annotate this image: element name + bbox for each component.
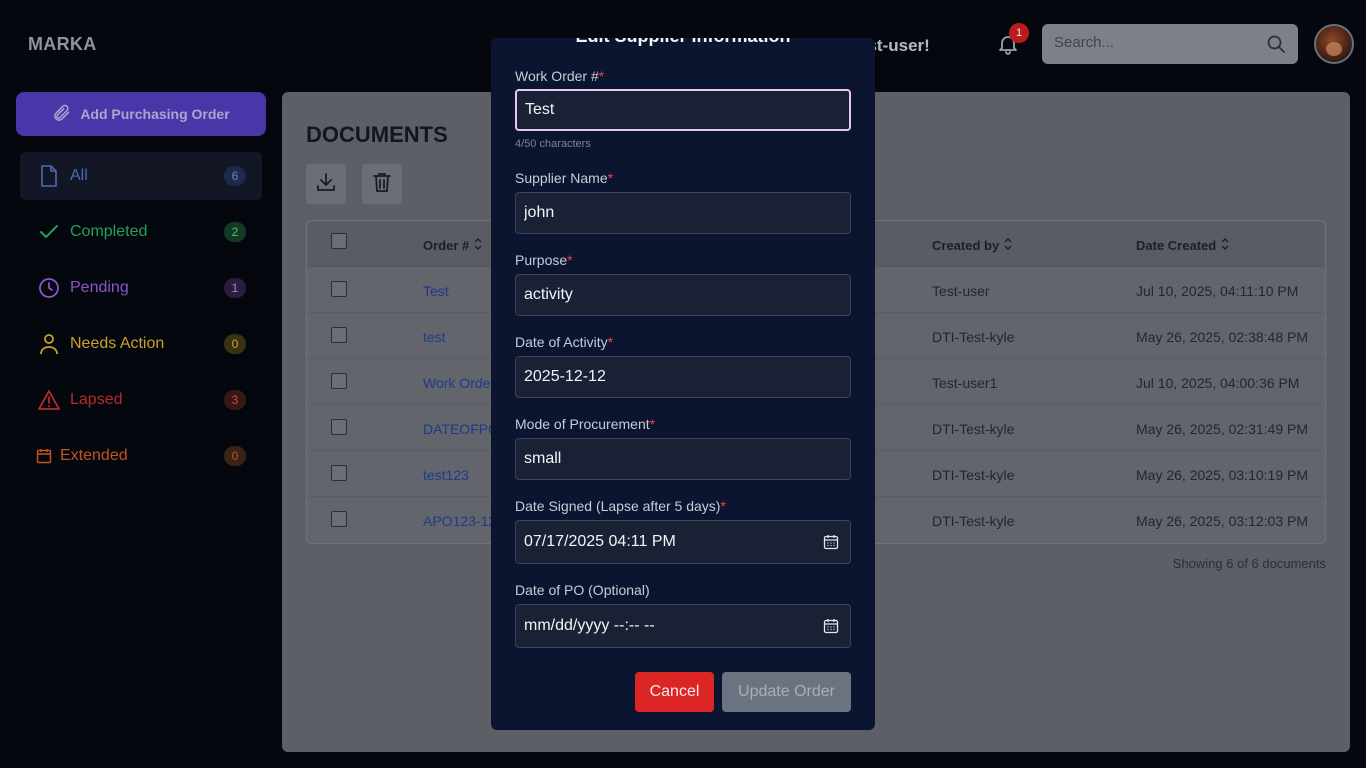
row-checkbox[interactable] [331,373,347,389]
column-created-by[interactable]: Created by [932,237,1013,254]
row-checkbox[interactable] [331,327,347,343]
required-mark: * [598,68,605,84]
date-of-activity-label: Date of Activity* [515,334,614,350]
sidebar-item-label: All [70,167,88,184]
sidebar-item-lapsed[interactable]: Lapsed 3 [20,376,262,424]
column-order[interactable]: Order # [423,237,483,254]
date-created-cell: Jul 10, 2025, 04:11:10 PM [1136,283,1299,299]
sidebar-item-label: Lapsed [70,391,123,408]
date-signed-label: Date Signed (Lapse after 5 days)* [515,498,726,514]
sidebar-nav: All 6 Completed 2 Pending 1 Needs Action… [20,152,262,488]
required-mark: * [720,498,726,514]
count-badge: 2 [224,222,246,242]
created-by-cell: DTI-Test-kyle [932,513,1015,529]
date-created-cell: May 26, 2025, 02:38:48 PM [1136,329,1308,345]
required-mark: * [607,334,614,350]
calendar-icon [36,445,52,467]
document-icon [38,165,60,187]
sidebar-item-label: Completed [70,223,148,240]
update-order-button[interactable]: Update Order [722,672,851,712]
calendar-icon[interactable] [823,534,839,550]
supplier-name-input[interactable] [515,192,851,234]
order-link[interactable]: DATEOFPO [423,421,499,437]
created-by-cell: DTI-Test-kyle [932,421,1015,437]
check-icon [38,221,60,243]
calendar-icon[interactable] [823,618,839,634]
edit-supplier-modal: Edit Supplier Information Work Order #* … [491,38,875,730]
purpose-label: Purpose* [515,252,573,268]
character-count: 4/50 characters [515,138,591,150]
count-badge: 0 [224,446,246,466]
select-all-checkbox[interactable] [331,233,347,249]
sidebar-item-needs-action[interactable]: Needs Action 0 [20,320,262,368]
count-badge: 3 [224,390,246,410]
sidebar-item-label: Needs Action [70,335,165,352]
mode-of-procurement-input[interactable] [515,438,851,480]
add-purchasing-order-button[interactable]: Add Purchasing Order [16,92,266,136]
purpose-input[interactable] [515,274,851,316]
warning-icon [38,389,60,411]
supplier-name-label: Supplier Name* [515,170,614,186]
required-mark: * [607,170,614,186]
sort-icon [1003,237,1013,254]
count-badge: 0 [224,334,246,354]
date-of-po-label: Date of PO (Optional) [515,582,650,598]
required-mark: * [649,416,656,432]
user-icon [38,333,60,355]
work-order-input[interactable] [515,89,851,131]
trash-icon [371,171,393,198]
order-link[interactable]: APO123-12 [423,513,496,529]
paperclip-icon [52,103,72,126]
page-title: DOCUMENTS [306,122,448,147]
order-link[interactable]: Work Orde [423,375,490,391]
count-badge: 1 [224,278,246,298]
column-date-created[interactable]: Date Created [1136,237,1230,254]
created-by-cell: DTI-Test-kyle [932,329,1015,345]
sidebar-item-completed[interactable]: Completed 2 [20,208,262,256]
sidebar-item-label: Extended [60,447,128,464]
date-created-cell: May 26, 2025, 03:10:19 PM [1136,467,1308,483]
date-signed-input[interactable] [515,520,851,564]
date-of-activity-input[interactable] [515,356,851,398]
order-link[interactable]: Test [423,283,449,299]
clock-icon [38,277,60,299]
work-order-label: Work Order #* [515,68,605,84]
created-by-cell: Test-user [932,283,990,299]
avatar[interactable] [1314,24,1354,64]
sidebar-item-all[interactable]: All 6 [20,152,262,200]
sort-icon [473,237,483,254]
showing-count: Showing 6 of 6 documents [1172,556,1326,571]
add-purchasing-order-label: Add Purchasing Order [80,106,230,122]
row-checkbox[interactable] [331,511,347,527]
sidebar-item-extended[interactable]: Extended 0 [20,432,262,480]
count-badge: 6 [224,166,246,186]
search-box [1042,24,1298,64]
search-input[interactable] [1054,34,1254,51]
search-icon[interactable] [1266,34,1286,54]
sort-icon [1220,237,1230,254]
brand-logo[interactable]: MARKA [28,34,97,55]
delete-button[interactable] [362,164,402,204]
download-button[interactable] [306,164,346,204]
date-created-cell: May 26, 2025, 02:31:49 PM [1136,421,1308,437]
created-by-cell: Test-user1 [932,375,998,391]
sidebar-item-pending[interactable]: Pending 1 [20,264,262,312]
order-link[interactable]: test [423,329,446,345]
date-created-cell: Jul 10, 2025, 04:00:36 PM [1136,375,1300,391]
sidebar-item-label: Pending [70,279,129,296]
row-checkbox[interactable] [331,419,347,435]
created-by-cell: DTI-Test-kyle [932,467,1015,483]
notification-badge: 1 [1009,23,1029,43]
required-mark: * [567,252,573,268]
row-checkbox[interactable] [331,281,347,297]
row-checkbox[interactable] [331,465,347,481]
cancel-button[interactable]: Cancel [635,672,714,712]
modal-title: Edit Supplier Information [491,38,875,47]
mode-of-procurement-label: Mode of Procurement* [515,416,656,432]
date-created-cell: May 26, 2025, 03:12:03 PM [1136,513,1308,529]
download-icon [315,171,337,198]
order-link[interactable]: test123 [423,467,469,483]
date-of-po-input[interactable] [515,604,851,648]
